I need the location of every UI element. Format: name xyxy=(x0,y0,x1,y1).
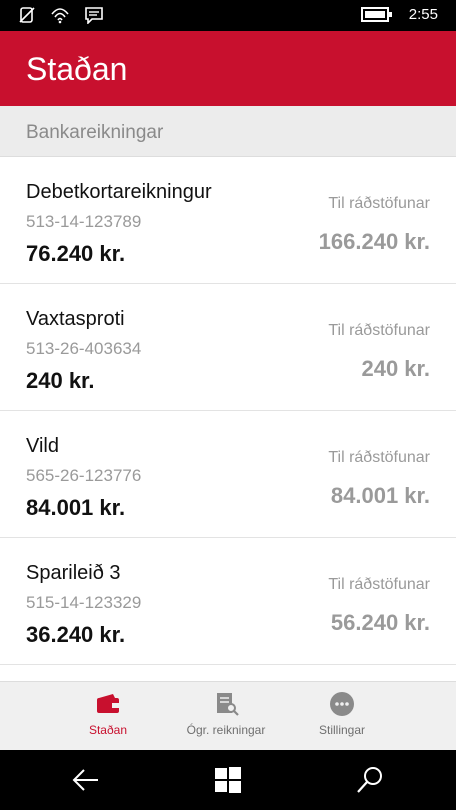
available-label: Til ráðstöfunar xyxy=(328,322,430,339)
nav-label: Ógr. reikningar xyxy=(186,723,266,737)
account-name: Debetkortareikningur xyxy=(26,181,212,203)
system-navigation-bar xyxy=(0,750,456,810)
status-icons-left xyxy=(18,6,104,24)
available-label: Til ráðstöfunar xyxy=(328,576,430,593)
account-row[interactable]: Debetkortareikningur 513-14-123789 76.24… xyxy=(0,157,456,284)
nav-item-ogr-reikningar[interactable]: Ógr. reikningar xyxy=(166,690,286,737)
available-amount: 56.240 kr. xyxy=(330,610,430,635)
message-icon xyxy=(85,7,103,24)
bill-search-icon xyxy=(217,693,239,716)
windows-start-icon[interactable] xyxy=(212,764,244,796)
nav-label: Staðan xyxy=(88,723,128,737)
section-title: Bankareikningar xyxy=(26,122,164,143)
battery-icon xyxy=(360,7,392,22)
account-name: Vaxtasproti xyxy=(26,308,125,330)
wifi-icon xyxy=(51,8,69,24)
account-number: 515-14-123329 xyxy=(26,593,142,612)
account-number: 565-26-123776 xyxy=(26,466,142,485)
search-icon[interactable] xyxy=(354,764,386,796)
status-bar: 2:55 xyxy=(0,0,456,31)
available-label: Til ráðstöfunar xyxy=(328,195,430,212)
account-balance: 240 kr. xyxy=(26,368,95,393)
account-list[interactable]: Debetkortareikningur 513-14-123789 76.24… xyxy=(0,157,456,681)
account-balance: 84.001 kr. xyxy=(26,495,126,520)
app-header: Staðan xyxy=(0,31,456,106)
available-amount: 166.240 kr. xyxy=(318,229,430,254)
back-icon[interactable] xyxy=(70,764,102,796)
nav-item-stadan[interactable]: Staðan xyxy=(48,690,168,737)
account-row[interactable]: Vaxtasproti 513-26-403634 240 kr. Til rá… xyxy=(0,284,456,411)
more-icon xyxy=(330,692,354,716)
account-number: 513-14-123789 xyxy=(26,212,142,231)
account-number: 513-26-403634 xyxy=(26,339,142,358)
bottom-nav: Staðan Ógr. reikningar Stillingar xyxy=(0,681,456,751)
account-balance: 76.240 kr. xyxy=(26,241,126,266)
section-header: Bankareikningar xyxy=(0,106,456,157)
no-sim-icon xyxy=(19,7,35,23)
available-amount: 240 kr. xyxy=(361,356,430,381)
account-name: Vild xyxy=(26,435,59,457)
nav-label: Stillingar xyxy=(318,723,366,737)
page-title: Staðan xyxy=(26,51,128,87)
account-balance: 36.240 kr. xyxy=(26,622,126,647)
nav-item-stillingar[interactable]: Stillingar xyxy=(282,690,402,737)
account-row[interactable]: Vild 565-26-123776 84.001 kr. Til ráðstö… xyxy=(0,411,456,538)
account-name: Sparileið 3 xyxy=(26,562,121,584)
status-icons-right: 2:55 xyxy=(360,6,438,23)
available-label: Til ráðstöfunar xyxy=(328,449,430,466)
status-time: 2:55 xyxy=(408,6,438,23)
account-row[interactable]: Sparileið 3 515-14-123329 36.240 kr. Til… xyxy=(0,538,456,665)
wallet-icon xyxy=(97,694,119,713)
available-amount: 84.001 kr. xyxy=(330,483,430,508)
